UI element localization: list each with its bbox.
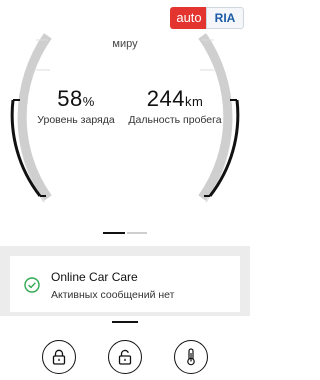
range-value-line: 244km: [122, 86, 228, 112]
climate-button[interactable]: [174, 340, 208, 374]
section-divider: [112, 321, 138, 323]
charge-value-line: 58%: [28, 86, 124, 112]
unlock-doors-button[interactable]: [108, 340, 142, 374]
lock-doors-button[interactable]: [42, 340, 76, 374]
battery-gauge: миру 58% Уровень заряда 244km Дальность …: [0, 28, 250, 218]
charge-caption: Уровень заряда: [37, 114, 115, 126]
charge-unit: %: [82, 94, 95, 109]
charge-value: 58: [57, 86, 83, 111]
page-indicator-inactive[interactable]: [127, 232, 147, 234]
page-indicator-active[interactable]: [103, 232, 125, 234]
lock-open-icon: [118, 349, 132, 365]
thermometer-icon: [187, 348, 195, 366]
watermark-auto: auto: [170, 7, 208, 29]
charge-metric: 58% Уровень заряда: [28, 86, 124, 126]
lock-closed-icon: [52, 349, 66, 365]
check-circle-icon: [24, 277, 40, 293]
care-subtitle: Активных сообщений нет: [51, 289, 175, 301]
autoria-watermark: auto RIA: [170, 7, 244, 29]
range-value: 244: [146, 86, 185, 111]
care-title: Online Car Care: [51, 270, 138, 284]
online-car-care-card[interactable]: Online Car Care Активных сообщений нет: [10, 256, 240, 312]
range-caption: Дальность пробега: [128, 114, 222, 126]
watermark-ria: RIA: [206, 7, 244, 29]
page-indicator[interactable]: [103, 232, 147, 234]
range-unit: km: [184, 94, 204, 109]
gauge-top-label: миру: [112, 38, 138, 50]
range-metric: 244km Дальность пробега: [122, 86, 228, 126]
